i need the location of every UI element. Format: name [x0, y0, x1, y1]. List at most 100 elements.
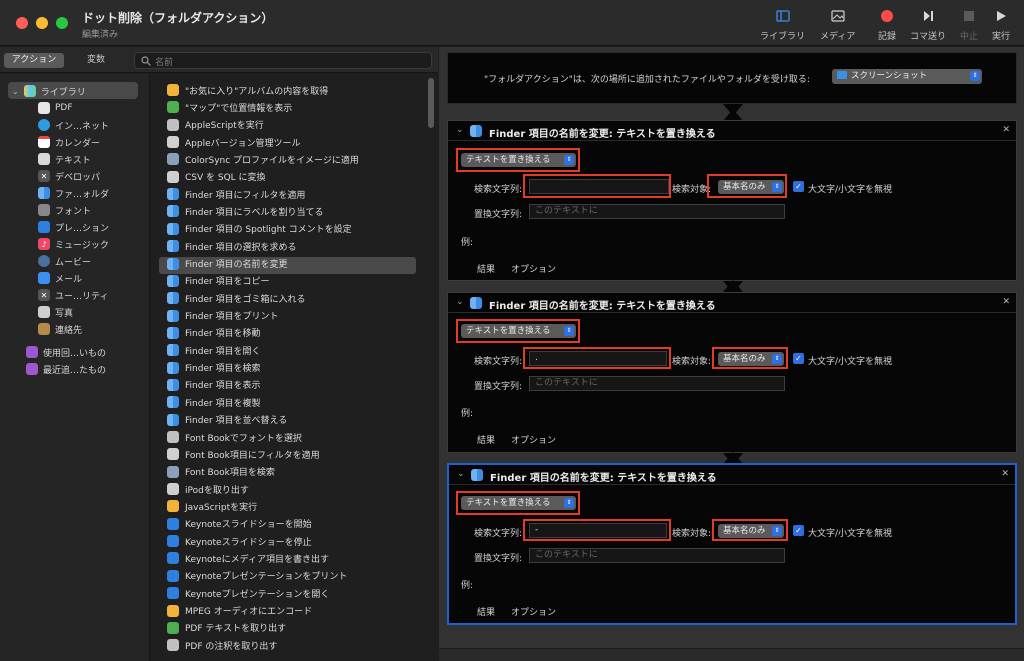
- sidebar-item-contacts[interactable]: 連絡先: [38, 321, 82, 337]
- record-button[interactable]: 記録: [878, 8, 896, 42]
- ignore-case-label: 大文字/小文字を無視: [808, 357, 893, 367]
- action-list-scrollbar[interactable]: [428, 78, 434, 128]
- library-icon: [23, 85, 36, 97]
- chevron-down-icon[interactable]: ⌄: [456, 125, 464, 135]
- action-icon: [167, 188, 179, 201]
- stop-button[interactable]: 中止: [960, 8, 978, 42]
- media-button[interactable]: メディア: [820, 8, 855, 42]
- step-button[interactable]: コマ送り: [910, 8, 946, 42]
- tab-results[interactable]: 結果: [477, 262, 495, 275]
- action-item[interactable]: Appleバージョン管理ツール: [159, 134, 419, 150]
- action-item[interactable]: Finder 項目をコピー: [159, 273, 419, 289]
- action-label: Finder 項目の名前を変更: [185, 260, 288, 270]
- ignore-case-checkbox[interactable]: ✓: [793, 181, 804, 192]
- action-item[interactable]: Keynoteにメディア項目を書き出す: [159, 550, 419, 566]
- action-label: PDF テキストを取り出す: [185, 624, 287, 635]
- zoom-window-button[interactable]: [56, 17, 68, 29]
- search-string-label: 検索文字列:: [474, 185, 523, 195]
- action-item[interactable]: Finder 項目にフィルタを適用: [159, 186, 419, 202]
- action-item[interactable]: Font Bookでフォントを選択: [159, 429, 419, 445]
- close-icon[interactable]: ✕: [1002, 297, 1010, 307]
- sidebar-item-developer[interactable]: ✕ デベロッパ: [38, 168, 100, 184]
- sidebar-item-internet[interactable]: イン…ネット: [38, 117, 109, 133]
- action-item[interactable]: Finder 項目を移動: [159, 325, 419, 341]
- action-item[interactable]: "マップ"で位置情報を表示: [159, 99, 419, 115]
- tab-options[interactable]: オプション: [511, 433, 556, 446]
- chevron-down-icon[interactable]: ⌄: [456, 297, 464, 307]
- sidebar-item-movies[interactable]: ムービー: [38, 253, 91, 269]
- replace-string-field[interactable]: このテキストに: [529, 376, 785, 391]
- action-label: Font Book項目を検索: [185, 468, 275, 479]
- sidebar-item-music[interactable]: ♪ ミュージック: [38, 236, 109, 252]
- sidebar-item-utilities[interactable]: ✕ ユー…リティ: [38, 287, 108, 303]
- action-item[interactable]: MPEG オーディオにエンコード: [159, 603, 419, 619]
- action-item[interactable]: Finder 項目をプリント: [159, 308, 419, 324]
- tab-results[interactable]: 結果: [477, 605, 495, 618]
- action-item[interactable]: Finder 項目の選択を求める: [159, 238, 419, 254]
- action-item[interactable]: "お気に入り"アルバムの内容を取得: [159, 82, 419, 98]
- action-item[interactable]: Font Book項目を検索: [159, 464, 419, 480]
- replace-string-field[interactable]: このテキストに: [529, 548, 785, 563]
- run-button[interactable]: 実行: [992, 8, 1010, 42]
- tab-options[interactable]: オプション: [511, 605, 556, 618]
- action-item[interactable]: Finder 項目の Spotlight コメントを設定: [159, 221, 419, 237]
- action-icon: [167, 587, 179, 600]
- action-label: "お気に入り"アルバムの内容を取得: [185, 86, 329, 97]
- search-input[interactable]: 名前: [134, 52, 432, 69]
- action-item[interactable]: iPodを取り出す: [159, 481, 419, 497]
- action-item[interactable]: Finder 項目の名前を変更: [159, 256, 419, 272]
- sidebar-item-library[interactable]: ⌄ ライブラリ: [12, 83, 86, 99]
- sidebar-item-most-used[interactable]: 使用回…いもの: [26, 344, 106, 360]
- sidebar-item-pdf[interactable]: PDF: [38, 100, 73, 116]
- tab-results[interactable]: 結果: [477, 433, 495, 446]
- window-title: ドット削除（フォルダアクション）: [82, 11, 274, 25]
- chevron-down-icon: ⌄: [12, 86, 19, 96]
- action-item[interactable]: CSV を SQL に変換: [159, 169, 419, 185]
- action-item[interactable]: PDF の注釈を取り出す: [159, 637, 419, 653]
- action-item[interactable]: JavaScriptを実行: [159, 498, 419, 514]
- action-item[interactable]: Finder 項目を開く: [159, 342, 419, 358]
- library-label: ライブラリ: [760, 32, 806, 42]
- replace-string-field[interactable]: このテキストに: [529, 204, 785, 219]
- action-item[interactable]: Keynoteプレゼンテーションを開く: [159, 585, 419, 601]
- sidebar-item-photos[interactable]: 写真: [38, 304, 73, 320]
- sidebar-item-recently-added[interactable]: 最近追…たもの: [26, 361, 106, 377]
- close-icon[interactable]: ✕: [1001, 469, 1009, 479]
- action-label: Finder 項目の Spotlight コメントを設定: [185, 225, 352, 236]
- sidebar-item-fonts[interactable]: フォント: [38, 202, 91, 218]
- action-item[interactable]: Finder 項目にラベルを割り当てる: [159, 203, 419, 219]
- minimize-window-button[interactable]: [36, 17, 48, 29]
- tab-actions[interactable]: アクション: [4, 53, 64, 68]
- ignore-case-checkbox[interactable]: ✓: [793, 525, 804, 536]
- ignore-case-checkbox[interactable]: ✓: [793, 353, 804, 364]
- photo-icon: [831, 8, 845, 24]
- library-button[interactable]: ライブラリ: [760, 8, 805, 42]
- close-window-button[interactable]: [16, 17, 28, 29]
- tab-options[interactable]: オプション: [511, 262, 556, 275]
- action-item[interactable]: Finder 項目を複製: [159, 394, 419, 410]
- action-item[interactable]: Finder 項目をゴミ箱に入れる: [159, 290, 419, 306]
- action-item[interactable]: PDF テキストを取り出す: [159, 620, 419, 636]
- action-item[interactable]: Font Book項目にフィルタを適用: [159, 446, 419, 462]
- action-item[interactable]: Finder 項目を表示: [159, 377, 419, 393]
- sidebar-item-mail[interactable]: メール: [38, 270, 82, 286]
- action-label: Keynoteスライドショーを開始: [185, 520, 312, 531]
- action-item[interactable]: Keynoteスライドショーを開始: [159, 516, 419, 532]
- folder-select[interactable]: スクリーンショット ⇕: [832, 69, 982, 84]
- close-icon[interactable]: ✕: [1002, 125, 1010, 135]
- sidebar-item-label: 最近追…たもの: [43, 365, 107, 376]
- action-item[interactable]: ColorSync プロファイルをイメージに適用: [159, 151, 419, 167]
- sidebar-item-text[interactable]: テキスト: [38, 151, 91, 167]
- action-icon: [167, 517, 179, 530]
- finder-icon: [470, 297, 482, 309]
- sidebar-item-presentations[interactable]: プレ…ション: [38, 219, 109, 235]
- sidebar-item-files-folders[interactable]: ファ…ォルダ: [38, 185, 109, 201]
- sidebar-item-calendar[interactable]: カレンダー: [38, 134, 100, 150]
- action-item[interactable]: Keynoteプレゼンテーションをプリント: [159, 568, 419, 584]
- action-item[interactable]: Finder 項目を検索: [159, 360, 419, 376]
- chevron-down-icon[interactable]: ⌄: [457, 469, 465, 479]
- action-item[interactable]: Keynoteスライドショーを停止: [159, 533, 419, 549]
- action-item[interactable]: Finder 項目を並べ替える: [159, 412, 419, 428]
- action-item[interactable]: AppleScriptを実行: [159, 117, 419, 133]
- tab-variables[interactable]: 変数: [76, 53, 116, 68]
